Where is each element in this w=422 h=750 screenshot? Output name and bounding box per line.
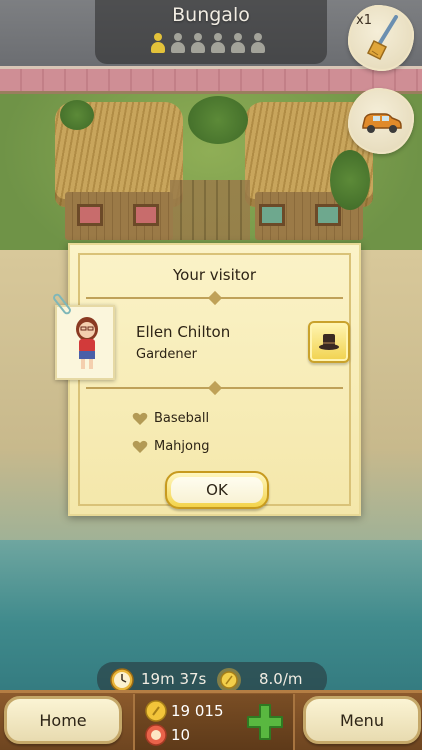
interest-label: Mahjong <box>154 439 210 454</box>
hat-icon <box>319 334 339 350</box>
building-title-panel: Bungalo <box>95 0 327 64</box>
plus-icon[interactable] <box>245 702 285 742</box>
occupant-empty-icon <box>190 33 206 55</box>
occupant-empty-icon <box>210 33 226 55</box>
currency-panel: 19 015 10 <box>133 694 295 750</box>
broom-icon <box>366 15 398 61</box>
occupant-empty-icon <box>170 33 186 55</box>
visitor-avatar-icon <box>76 317 98 369</box>
interest-item: Baseball <box>132 411 209 426</box>
divider <box>86 380 343 396</box>
heart-icon <box>132 412 148 425</box>
building-title: Bungalo <box>172 4 250 26</box>
wooden-fence <box>170 180 250 240</box>
sidewalk <box>0 66 422 94</box>
ok-button-label: OK <box>171 477 263 503</box>
vine-foliage <box>188 96 248 144</box>
gem-icon <box>145 724 167 746</box>
vine-foliage <box>330 150 370 210</box>
home-button[interactable]: Home <box>4 696 122 744</box>
clock-icon <box>110 668 134 692</box>
interest-label: Baseball <box>154 411 210 426</box>
gem-balance: 10 <box>171 726 191 744</box>
interest-item: Mahjong <box>132 439 209 454</box>
coin-icon <box>145 700 167 722</box>
dialog-title: Your visitor <box>172 266 257 284</box>
visitor-profession: Gardener <box>136 347 197 362</box>
occupant-empty-icon <box>250 33 266 55</box>
visitor-portrait[interactable] <box>55 305 115 380</box>
occupant-empty-icon <box>230 33 246 55</box>
visitor-name: Ellen Chilton <box>136 323 231 341</box>
income-timer: 19m 37s <box>141 670 207 688</box>
car-icon <box>362 113 402 133</box>
income-rate: 8.0/m <box>259 670 303 688</box>
coin-balance: 19 015 <box>171 702 224 720</box>
vine-foliage <box>60 100 94 130</box>
occupancy-indicator <box>150 33 266 55</box>
wardrobe-hat-button[interactable] <box>308 321 350 363</box>
ok-button[interactable]: OK <box>165 471 269 509</box>
heart-icon <box>132 440 148 453</box>
occupant-filled-icon <box>150 33 166 55</box>
divider <box>86 290 343 306</box>
menu-button[interactable]: Menu <box>303 696 421 744</box>
